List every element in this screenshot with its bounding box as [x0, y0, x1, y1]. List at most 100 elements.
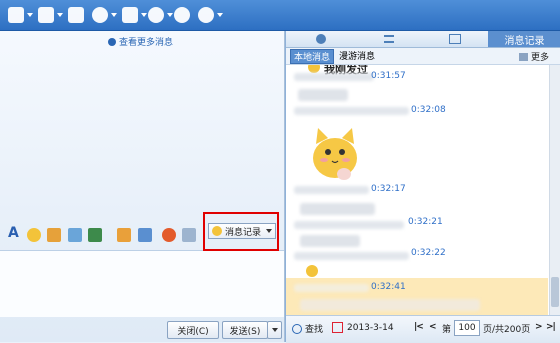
date-picker[interactable]: 2013-3-14	[332, 322, 394, 333]
tab-list[interactable]	[356, 31, 422, 47]
more-tools-icon[interactable]	[182, 228, 196, 242]
message-time: 0:32:21	[408, 217, 443, 227]
tab-local-messages[interactable]: 本地消息	[290, 49, 335, 64]
clipboard-icon	[122, 7, 138, 23]
chevron-down-icon	[271, 328, 278, 332]
search-label: 查找	[305, 325, 324, 335]
search-icon	[292, 323, 302, 334]
chevron-down-icon	[167, 13, 173, 17]
cat-sticker	[313, 128, 357, 180]
contacts-icon	[316, 34, 326, 44]
shake-icon[interactable]	[68, 228, 82, 242]
message-time: 0:32:22	[411, 248, 446, 258]
conversation-pane: 查看更多消息 A 关闭(C) 发送(S)	[0, 31, 285, 342]
message-sender	[294, 107, 409, 115]
message-sender	[294, 73, 374, 81]
magic-expression-icon[interactable]	[47, 228, 61, 242]
camera-icon	[148, 7, 164, 23]
tab-roaming-messages[interactable]: 漫游消息	[336, 49, 378, 62]
settings-menu[interactable]	[198, 5, 223, 25]
calendar-icon	[332, 322, 343, 333]
date-value: 2013-3-14	[347, 322, 394, 333]
message-list: 我刚发过 0:31:57 0:32:08 0:32:17 0:32:21 0:3…	[286, 65, 548, 315]
chat-icon	[174, 7, 190, 23]
message-scrollbar[interactable]	[549, 65, 560, 315]
send-bar: 关闭(C) 发送(S)	[0, 316, 284, 342]
chat-window: 查看更多消息 A 关闭(C) 发送(S) 消息记录 消息记录 本地消息 漫游消息…	[0, 0, 560, 343]
emoji-icon[interactable]	[27, 228, 41, 242]
emoji-icon	[308, 65, 320, 73]
message-time: 0:32:41	[371, 282, 406, 292]
page-prefix: 第	[442, 325, 452, 335]
message-time: 0:31:57	[371, 71, 406, 81]
message-time: 0:32:17	[371, 184, 406, 194]
emoji-icon	[306, 265, 318, 277]
message-text	[300, 203, 375, 215]
home-menu[interactable]	[8, 5, 33, 25]
home-icon	[8, 7, 24, 23]
send-button-label: 发送(S)	[229, 326, 261, 337]
more-button[interactable]: 更多	[518, 50, 549, 63]
chevron-down-icon	[217, 13, 223, 17]
tab-local-label: 本地消息	[294, 53, 331, 63]
close-button[interactable]: 关闭(C)	[167, 321, 219, 339]
list-icon	[384, 35, 394, 43]
send-options-button[interactable]	[267, 321, 282, 339]
camera-menu[interactable]	[148, 5, 173, 25]
files-icon	[449, 34, 461, 44]
view-more-messages-label: 查看更多消息	[119, 38, 174, 48]
gear-icon	[198, 7, 214, 23]
panel-tabs: 消息记录	[286, 31, 560, 48]
message-time: 0:32:08	[411, 105, 446, 115]
tab-message-records[interactable]: 消息记录	[488, 31, 560, 47]
tab-contacts[interactable]	[286, 31, 356, 47]
message-input[interactable]	[0, 250, 284, 317]
screenshot-icon[interactable]	[138, 228, 152, 242]
records-navigation-bar: 查找 2013-3-14 |< < 第 100 页/共200页 > >|	[286, 315, 560, 343]
message-sender	[294, 284, 369, 292]
message-sender	[294, 221, 404, 229]
clipboard-menu[interactable]	[122, 5, 147, 25]
music-menu[interactable]	[92, 5, 117, 25]
chevron-down-icon	[141, 13, 147, 17]
message-history-panel: 消息记录 本地消息 漫游消息 更多 我刚发过 0:31:57 0:32:08 0…	[285, 31, 560, 343]
window-button[interactable]	[68, 5, 84, 25]
tab-roaming-label: 漫游消息	[339, 52, 376, 62]
tab-message-records-label: 消息记录	[504, 35, 545, 47]
message-sender	[294, 252, 409, 260]
music-share-icon[interactable]	[117, 228, 131, 242]
image-icon[interactable]	[88, 228, 102, 242]
view-more-messages-link[interactable]: 查看更多消息	[108, 35, 173, 48]
clock-icon	[108, 37, 116, 46]
speaker-icon	[518, 52, 528, 61]
top-toolbar	[0, 0, 560, 31]
highlight-box	[203, 212, 279, 251]
message-text	[298, 89, 348, 101]
records-subtabs: 本地消息 漫游消息 更多	[286, 48, 560, 65]
previous-page-button[interactable]: <	[429, 322, 437, 332]
more-label: 更多	[530, 53, 549, 63]
chevron-down-icon	[27, 13, 33, 17]
tab-files[interactable]	[422, 31, 488, 47]
page-total: 页/共200页	[483, 325, 531, 335]
chevron-down-icon	[57, 13, 63, 17]
window-icon	[68, 7, 84, 23]
font-icon[interactable]: A	[8, 225, 22, 241]
send-button[interactable]: 发送(S)	[222, 321, 268, 339]
chevron-down-icon	[111, 13, 117, 17]
last-page-button[interactable]: >|	[546, 322, 556, 332]
chat-button[interactable]	[174, 5, 190, 25]
share-icon[interactable]	[162, 228, 176, 242]
page-number-input[interactable]: 100	[454, 320, 480, 336]
message-sender	[294, 186, 369, 194]
close-button-label: 关闭(C)	[177, 326, 209, 337]
music-icon	[92, 7, 108, 23]
message-text	[300, 235, 360, 247]
scrollbar-thumb[interactable]	[551, 277, 559, 307]
first-page-button[interactable]: |<	[414, 322, 424, 332]
message-text	[300, 299, 480, 311]
next-page-button[interactable]: >	[535, 322, 543, 332]
inbox-menu[interactable]	[38, 5, 63, 25]
inbox-icon	[38, 7, 54, 23]
search-button[interactable]: 查找	[292, 322, 323, 335]
